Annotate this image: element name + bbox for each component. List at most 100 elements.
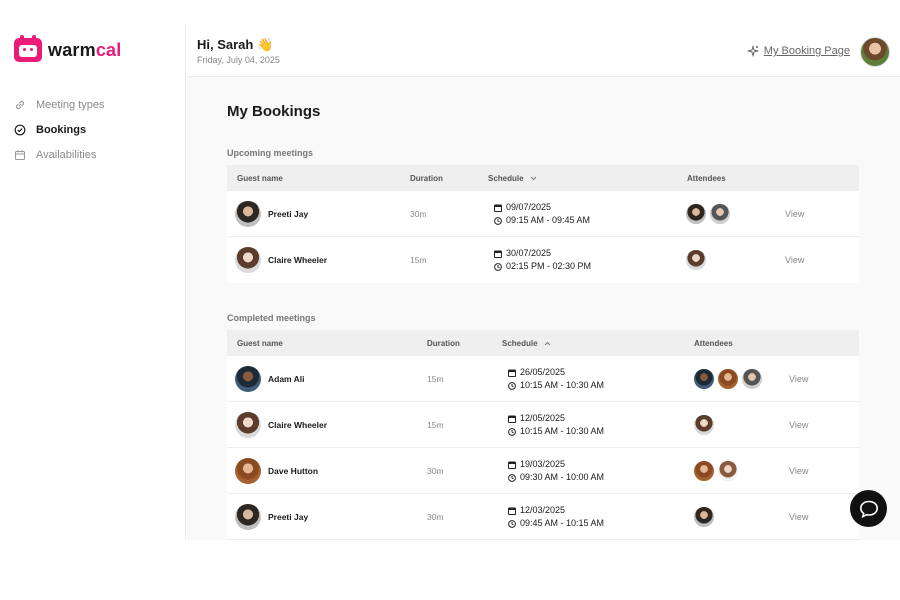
schedule: 19/03/2025 09:30 AM - 10:00 AM	[508, 458, 604, 484]
clock-icon	[494, 262, 502, 271]
attendees	[685, 203, 731, 225]
table-row: Preeti Jay 30m 12/03/2025 09:45 AM - 10:…	[227, 494, 859, 540]
sidebar-item-bookings[interactable]: Bookings	[14, 117, 104, 142]
guest-avatar	[235, 458, 261, 484]
main-content: My Bookings Upcoming meetings Guest name…	[187, 77, 900, 540]
schedule-date: 19/03/2025	[520, 459, 566, 469]
attendee-avatar	[685, 249, 707, 271]
column-header-schedule-label: Schedule	[502, 339, 538, 348]
view-button[interactable]: View	[789, 466, 808, 476]
duration: 15m	[410, 255, 427, 265]
clock-icon	[508, 473, 516, 482]
schedule-date: 12/03/2025	[520, 505, 566, 515]
schedule-time: 10:15 AM - 10:30 AM	[520, 380, 605, 390]
chevron-up-icon	[544, 341, 550, 346]
guest-avatar	[235, 412, 261, 438]
attendee-avatar	[709, 203, 731, 225]
view-button[interactable]: View	[785, 209, 804, 219]
completed-meetings-table: Guest name Duration Schedule Attendees A…	[227, 330, 859, 540]
column-header-guest: Guest name	[237, 339, 283, 348]
duration: 30m	[427, 466, 444, 476]
schedule-time: 10:15 AM - 10:30 AM	[520, 426, 605, 436]
sidebar-item-meeting-types[interactable]: Meeting types	[14, 92, 104, 117]
attendee-avatar	[693, 414, 715, 436]
logo[interactable]: warmcal	[14, 35, 121, 62]
page-title: My Bookings	[227, 103, 321, 120]
guest-name: Preeti Jay	[268, 209, 309, 219]
app-window: warmcal Meeting types Bookings Availabil…	[0, 0, 900, 540]
calendar-icon	[494, 250, 502, 258]
column-header-schedule[interactable]: Schedule	[488, 174, 537, 183]
column-header-schedule[interactable]: Schedule	[502, 339, 551, 348]
attendees	[693, 368, 763, 390]
view-button[interactable]: View	[789, 512, 808, 522]
sidebar-nav: Meeting types Bookings Availabilities	[14, 92, 104, 167]
calendar-icon	[508, 507, 516, 515]
link-icon	[15, 100, 25, 109]
attendees	[693, 506, 715, 528]
column-header-duration: Duration	[410, 174, 443, 183]
clock-icon	[508, 381, 516, 390]
guest-avatar	[235, 504, 261, 530]
calendar-icon	[508, 461, 516, 469]
logo-text: warmcal	[48, 40, 121, 61]
attendee-avatar	[717, 368, 739, 390]
attendee-avatar	[693, 506, 715, 528]
duration: 15m	[427, 420, 444, 430]
guest-avatar	[235, 201, 261, 227]
guest-name: Preeti Jay	[268, 512, 309, 522]
upcoming-meetings-table: Guest name Duration Schedule Attendees P…	[227, 165, 859, 283]
chevron-down-icon	[530, 176, 536, 181]
clock-icon	[494, 216, 502, 225]
view-button[interactable]: View	[789, 420, 808, 430]
duration: 30m	[410, 209, 427, 219]
schedule: 09/07/2025 09:15 AM - 09:45 AM	[494, 201, 590, 227]
table-header: Guest name Duration Schedule Attendees	[227, 330, 859, 356]
guest-name: Dave Hutton	[268, 466, 319, 476]
current-date: Friday, July 04, 2025	[197, 55, 280, 65]
schedule-time: 09:45 AM - 10:15 AM	[520, 518, 605, 528]
logo-text-warm: warm	[48, 39, 96, 60]
guest-avatar	[235, 247, 261, 273]
guest-name: Claire Wheeler	[268, 255, 328, 265]
schedule-date: 26/05/2025	[520, 367, 566, 377]
clock-icon	[508, 427, 516, 436]
schedule-time: 09:30 AM - 10:00 AM	[520, 472, 605, 482]
table-row: Claire Wheeler 15m 12/05/2025 10:15 AM -…	[227, 402, 859, 448]
chat-bubble-icon	[859, 500, 878, 518]
attendees	[685, 249, 707, 271]
column-header-schedule-label: Schedule	[488, 174, 524, 183]
guest-name: Claire Wheeler	[268, 420, 328, 430]
schedule: 30/07/2025 02:15 PM - 02:30 PM	[494, 247, 591, 273]
attendee-avatar	[685, 203, 707, 225]
greeting: Hi, Sarah 👋	[197, 37, 274, 52]
top-bar: Hi, Sarah 👋 Friday, July 04, 2025 My Boo…	[187, 26, 900, 77]
guest-name: Adam Ali	[268, 374, 305, 384]
sparkle-icon	[746, 45, 759, 57]
attendee-avatar	[741, 368, 763, 390]
view-button[interactable]: View	[789, 374, 808, 384]
column-header-attendees: Attendees	[694, 339, 733, 348]
my-booking-page-link[interactable]: My Booking Page	[746, 45, 850, 57]
logo-text-cal: cal	[95, 39, 122, 60]
schedule: 26/05/2025 10:15 AM - 10:30 AM	[508, 366, 604, 392]
schedule-time: 09:15 AM - 09:45 AM	[506, 215, 591, 225]
view-button[interactable]: View	[785, 255, 804, 265]
attendees	[693, 414, 715, 436]
sidebar-item-availabilities[interactable]: Availabilities	[14, 142, 104, 167]
table-header: Guest name Duration Schedule Attendees	[227, 165, 859, 191]
chat-button[interactable]	[850, 490, 887, 527]
schedule-time: 02:15 PM - 02:30 PM	[506, 261, 592, 271]
upcoming-section-title: Upcoming meetings	[227, 148, 314, 158]
schedule-date: 30/07/2025	[506, 248, 552, 258]
user-avatar[interactable]	[860, 37, 890, 67]
guest-avatar	[235, 366, 261, 392]
calendar-icon	[508, 369, 516, 377]
calendar-icon	[14, 149, 26, 160]
sidebar-item-label: Bookings	[36, 123, 87, 136]
schedule-date: 09/07/2025	[506, 202, 552, 212]
calendar-icon	[494, 204, 502, 212]
clock-icon	[508, 519, 516, 528]
sidebar-item-label: Meeting types	[36, 98, 105, 111]
attendee-avatar	[693, 368, 715, 390]
